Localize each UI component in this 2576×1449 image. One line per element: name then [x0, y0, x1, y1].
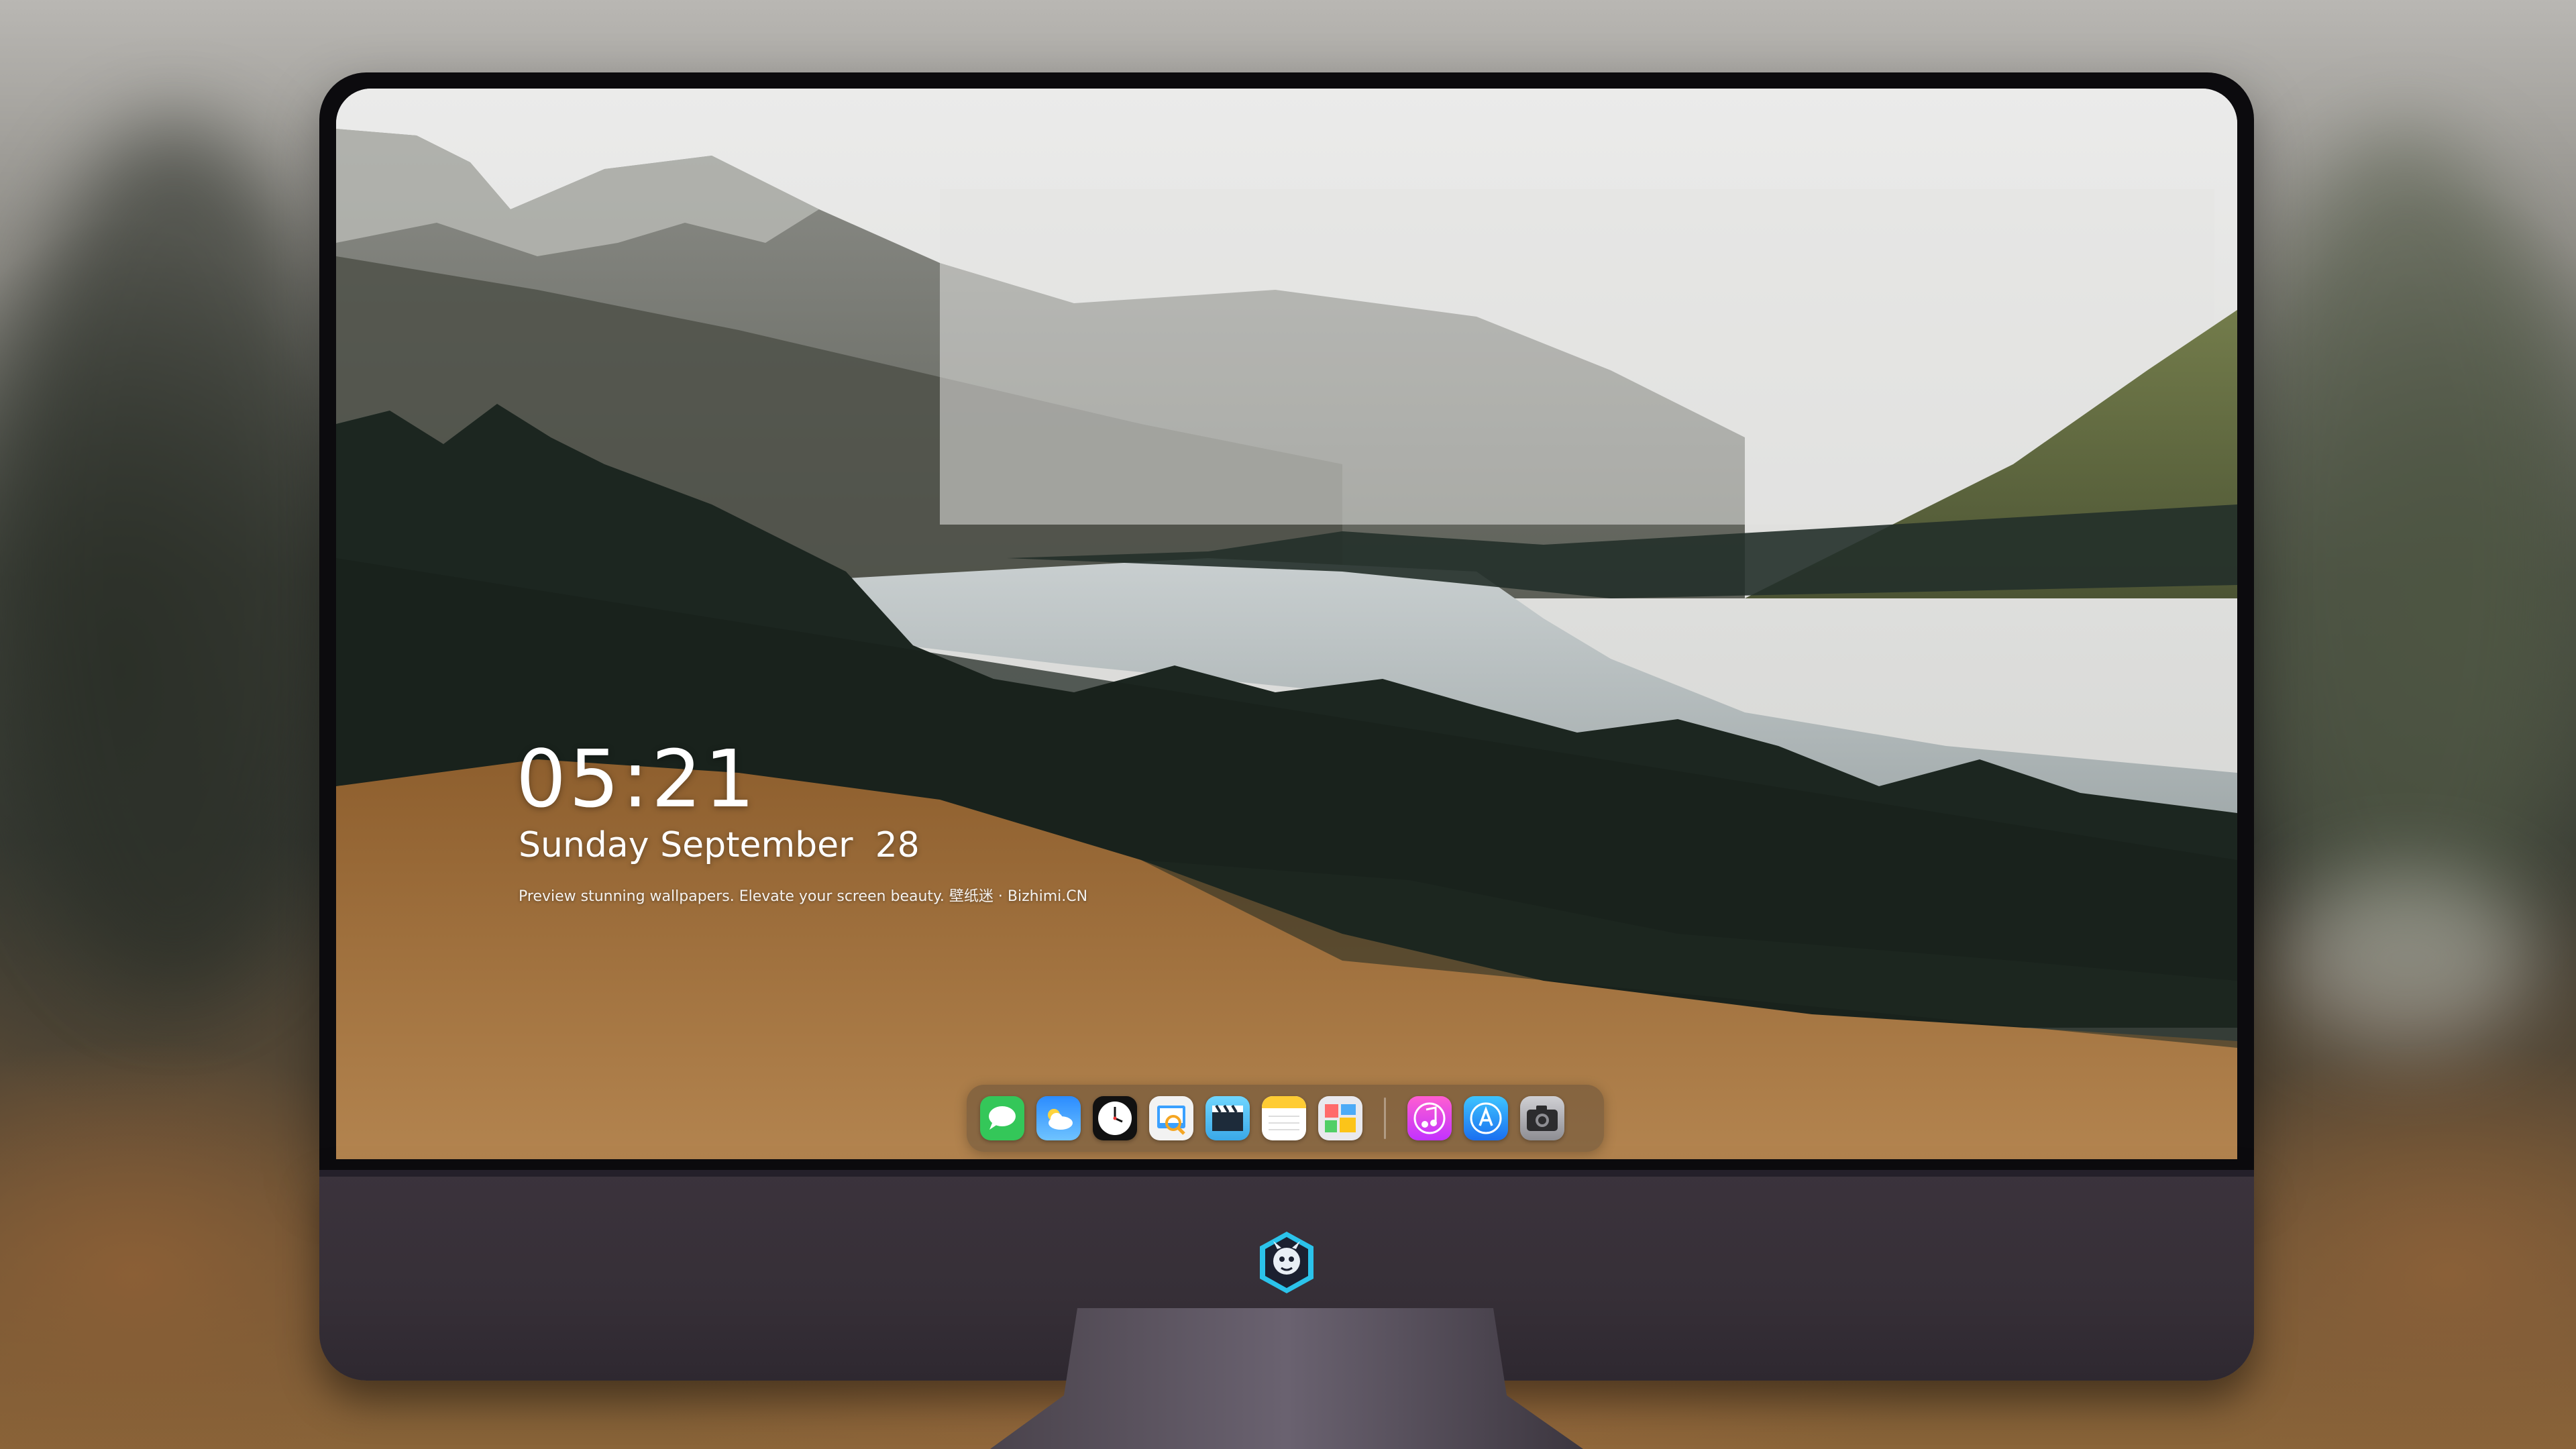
- messages-icon[interactable]: [980, 1096, 1024, 1140]
- blur-blob-right: [2234, 134, 2576, 973]
- screen: 05:21 Sunday September 28 Preview stunni…: [336, 89, 2237, 1159]
- brand-logo-icon: [1260, 1232, 1313, 1293]
- clock-icon[interactable]: [1093, 1096, 1137, 1140]
- chin-divider: [319, 1170, 2254, 1177]
- lockscreen-clock: 05:21: [516, 733, 758, 825]
- monitor-stand: [990, 1308, 1583, 1449]
- blur-highlight-right: [2281, 872, 2536, 1046]
- wallpaper: [336, 89, 2237, 1159]
- lockscreen-tagline: Preview stunning wallpapers. Elevate you…: [519, 888, 1088, 905]
- weather-icon[interactable]: [1036, 1096, 1081, 1140]
- photo-board-icon[interactable]: [1318, 1096, 1362, 1140]
- dock: [967, 1085, 1604, 1152]
- preview-icon[interactable]: [1149, 1096, 1193, 1140]
- music-icon[interactable]: [1407, 1096, 1452, 1140]
- dock-separator: [1384, 1097, 1386, 1139]
- video-editor-icon[interactable]: [1205, 1096, 1250, 1140]
- app-store-icon[interactable]: [1464, 1096, 1508, 1140]
- blur-blob-left: [0, 121, 349, 993]
- notes-icon[interactable]: [1262, 1096, 1306, 1140]
- camera-icon[interactable]: [1520, 1096, 1564, 1140]
- monitor: 05:21 Sunday September 28 Preview stunni…: [319, 72, 2254, 1449]
- lockscreen-date: Sunday September 28: [519, 825, 920, 865]
